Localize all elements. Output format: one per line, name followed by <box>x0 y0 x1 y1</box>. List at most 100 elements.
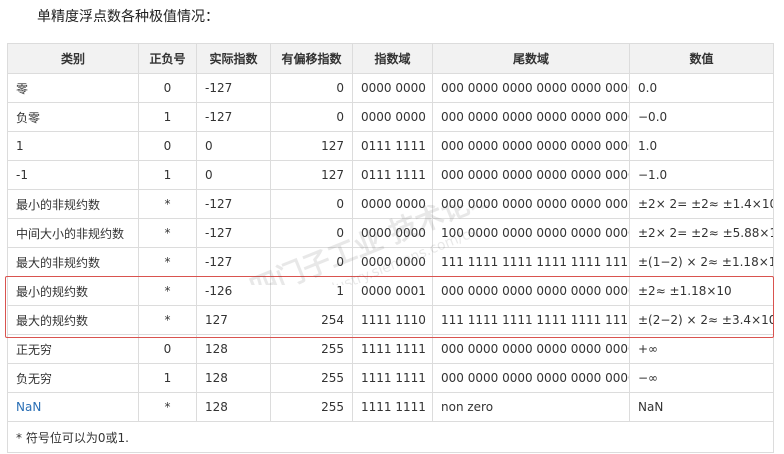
cell-exponent-field: 0000 0000 <box>352 247 433 277</box>
cell-category: 最小的非规约数 <box>7 189 139 219</box>
cell-biased-exponent: 127 <box>270 131 353 161</box>
cell-sign: * <box>138 189 197 219</box>
cell-biased-exponent: 0 <box>270 189 353 219</box>
cell-value: −∞ <box>629 363 774 393</box>
footnote-row: * 符号位可以为0或1. <box>7 421 774 453</box>
cell-value: ±2≈ ±1.18×10 <box>629 276 774 306</box>
cell-actual-exponent: 0 <box>196 160 271 190</box>
cell-category: 中间大小的非规约数 <box>7 218 139 248</box>
cell-mantissa-field: 000 0000 0000 0000 0000 0001 <box>432 189 630 219</box>
cell-value: ±(1−2) × 2≈ ±1.18×10 <box>629 247 774 277</box>
cell-value: 1.0 <box>629 131 774 161</box>
table-row: NaN * 128 255 1111 1111 non zero NaN <box>7 392 774 422</box>
cell-actual-exponent: 127 <box>196 305 271 335</box>
cell-exponent-field: 0000 0000 <box>352 218 433 248</box>
cell-mantissa-field: 111 1111 1111 1111 1111 1111 <box>432 247 630 277</box>
cell-category: 负无穷 <box>7 363 139 393</box>
cell-category: -1 <box>7 160 139 190</box>
cell-biased-exponent: 0 <box>270 218 353 248</box>
cell-exponent-field: 0000 0000 <box>352 73 433 103</box>
table-row: 最小的非规约数 * -127 0 0000 0000 000 0000 0000 0000… <box>7 189 774 219</box>
table-row: 负零 1 -127 0 0000 0000 000 0000 0000 0000 0000… <box>7 102 774 132</box>
cell-value: −1.0 <box>629 160 774 190</box>
cell-mantissa-field: 111 1111 1111 1111 1111 1111 <box>432 305 630 335</box>
cell-mantissa-field: 000 0000 0000 0000 0000 0000 <box>432 276 630 306</box>
cell-actual-exponent: -127 <box>196 218 271 248</box>
col-header-value: 数值 <box>629 43 774 74</box>
cell-category: 最小的规约数 <box>7 276 139 306</box>
cell-sign: * <box>138 247 197 277</box>
cell-mantissa-field: 000 0000 0000 0000 0000 0000 <box>432 334 630 364</box>
cell-sign: * <box>138 276 197 306</box>
cell-biased-exponent: 127 <box>270 160 353 190</box>
table-row: 最小的规约数 * -126 1 0000 0001 000 0000 0000 0000 … <box>7 276 774 306</box>
cell-biased-exponent: 255 <box>270 392 353 422</box>
table-row: 正无穷 0 128 255 1111 1111 000 0000 0000 0000 00… <box>7 334 774 364</box>
cell-value: ±(2−2) × 2≈ ±3.4×10 <box>629 305 774 335</box>
nan-link[interactable]: NaN <box>7 392 139 422</box>
cell-category: 1 <box>7 131 139 161</box>
cell-actual-exponent: 128 <box>196 363 271 393</box>
col-header-actual-exponent: 实际指数 <box>196 43 271 74</box>
cell-mantissa-field: 000 0000 0000 0000 0000 0000 <box>432 160 630 190</box>
table-row: 最大的规约数 * 127 254 1111 1110 111 1111 1111 1111… <box>7 305 774 335</box>
col-header-biased-exponent: 有偏移指数 <box>270 43 353 74</box>
cell-exponent-field: 1111 1111 <box>352 392 433 422</box>
cell-actual-exponent: 128 <box>196 392 271 422</box>
page-heading: 单精度浮点数各种极值情况： <box>37 9 219 25</box>
cell-mantissa-field: 000 0000 0000 0000 0000 0000 <box>432 102 630 132</box>
cell-sign: 1 <box>138 102 197 132</box>
col-header-category: 类别 <box>7 43 139 74</box>
cell-category: 负零 <box>7 102 139 132</box>
table-header-row: 类别 正负号 实际指数 有偏移指数 指数域 尾数域 数值 <box>7 43 774 74</box>
cell-mantissa-field: non zero <box>432 392 630 422</box>
cell-biased-exponent: 1 <box>270 276 353 306</box>
cell-exponent-field: 1111 1111 <box>352 363 433 393</box>
cell-exponent-field: 0000 0000 <box>352 102 433 132</box>
cell-exponent-field: 0111 1111 <box>352 131 433 161</box>
cell-actual-exponent: -126 <box>196 276 271 306</box>
table-row: -1 1 0 127 0111 1111 000 0000 0000 0000 0000 … <box>7 160 774 190</box>
cell-sign: 0 <box>138 334 197 364</box>
float-extremes-table: 类别 正负号 实际指数 有偏移指数 指数域 尾数域 数值 零 0 -127 0 0000… <box>7 43 774 453</box>
cell-mantissa-field: 000 0000 0000 0000 0000 0000 <box>432 73 630 103</box>
cell-actual-exponent: 0 <box>196 131 271 161</box>
cell-actual-exponent: 128 <box>196 334 271 364</box>
cell-actual-exponent: -127 <box>196 247 271 277</box>
cell-biased-exponent: 0 <box>270 247 353 277</box>
table-row: 1 0 0 127 0111 1111 000 0000 0000 0000 0000 0… <box>7 131 774 161</box>
cell-value: 0.0 <box>629 73 774 103</box>
cell-sign: 0 <box>138 131 197 161</box>
cell-biased-exponent: 0 <box>270 102 353 132</box>
cell-biased-exponent: 255 <box>270 363 353 393</box>
table-row: 中间大小的非规约数 * -127 0 0000 0000 100 0000 0000 00… <box>7 218 774 248</box>
cell-exponent-field: 0000 0001 <box>352 276 433 306</box>
cell-exponent-field: 1111 1111 <box>352 334 433 364</box>
cell-mantissa-field: 100 0000 0000 0000 0000 0000 <box>432 218 630 248</box>
col-header-mantissa-field: 尾数域 <box>432 43 630 74</box>
cell-sign: 0 <box>138 73 197 103</box>
cell-sign: 1 <box>138 363 197 393</box>
table-row: 最大的非规约数 * -127 0 0000 0000 111 1111 1111 1111… <box>7 247 774 277</box>
cell-exponent-field: 0000 0000 <box>352 189 433 219</box>
col-header-sign: 正负号 <box>138 43 197 74</box>
cell-category: 正无穷 <box>7 334 139 364</box>
footnote: * 符号位可以为0或1. <box>7 421 774 453</box>
table-row: 负无穷 1 128 255 1111 1111 000 0000 0000 0000 00… <box>7 363 774 393</box>
cell-value: ±2× 2= ±2≈ ±1.4×10 <box>629 189 774 219</box>
cell-biased-exponent: 254 <box>270 305 353 335</box>
cell-mantissa-field: 000 0000 0000 0000 0000 0000 <box>432 363 630 393</box>
cell-exponent-field: 1111 1110 <box>352 305 433 335</box>
cell-biased-exponent: 0 <box>270 73 353 103</box>
table-row: 零 0 -127 0 0000 0000 000 0000 0000 0000 0000 … <box>7 73 774 103</box>
cell-category: 最大的规约数 <box>7 305 139 335</box>
cell-value: −0.0 <box>629 102 774 132</box>
cell-value: ±2× 2= ±2≈ ±5.88×10 <box>629 218 774 248</box>
cell-value: NaN <box>629 392 774 422</box>
cell-actual-exponent: -127 <box>196 189 271 219</box>
cell-mantissa-field: 000 0000 0000 0000 0000 0000 <box>432 131 630 161</box>
cell-exponent-field: 0111 1111 <box>352 160 433 190</box>
cell-actual-exponent: -127 <box>196 73 271 103</box>
cell-sign: 1 <box>138 160 197 190</box>
cell-category: 最大的非规约数 <box>7 247 139 277</box>
